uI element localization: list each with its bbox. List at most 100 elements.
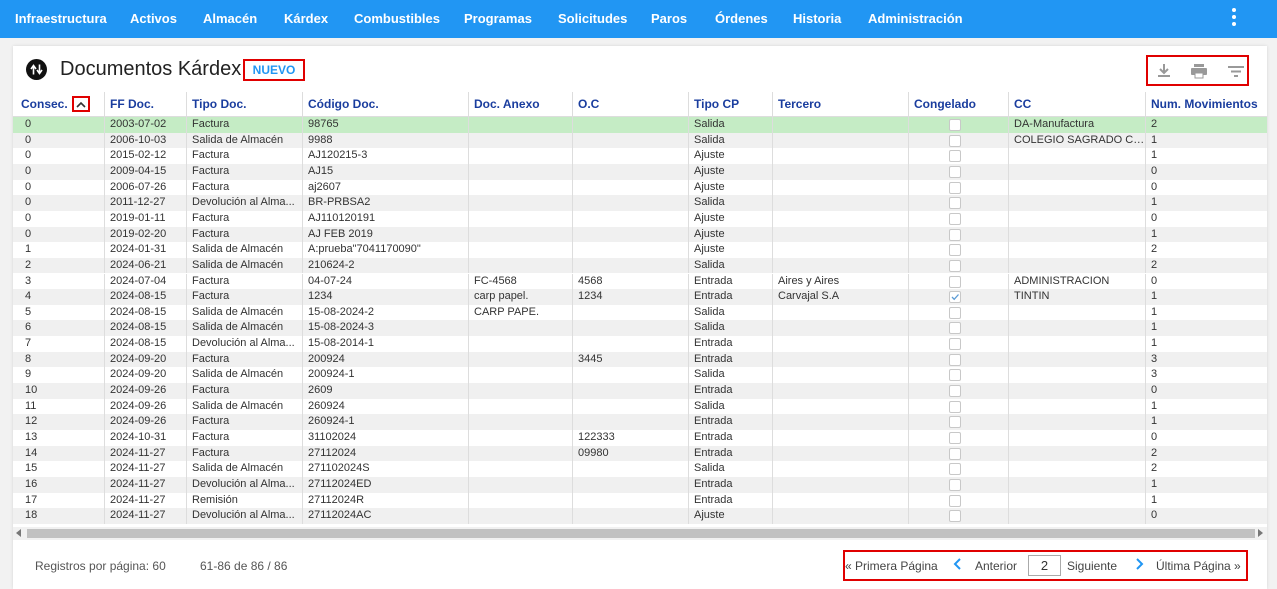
- chevron-right-icon[interactable]: [1134, 557, 1144, 574]
- column-header-congelado[interactable]: Congelado: [908, 92, 1008, 116]
- congelado-checkbox[interactable]: [949, 228, 961, 241]
- column-header-tipo-cp[interactable]: Tipo CP: [688, 92, 772, 116]
- table-row[interactable]: 18 2024-11-27 Devolución al Alma... 2711202…: [13, 508, 1267, 524]
- previous-page-button[interactable]: Anterior: [975, 559, 1017, 573]
- congelado-checkbox[interactable]: [949, 353, 961, 366]
- congelado-checkbox[interactable]: [949, 181, 961, 194]
- table-row[interactable]: 1 2024-01-31 Salida de Almacén A:prueba"704…: [13, 242, 1267, 258]
- congelado-checkbox[interactable]: [949, 306, 961, 319]
- table-row[interactable]: 16 2024-11-27 Devolución al Alma... 2711202…: [13, 476, 1267, 493]
- congelado-checkbox[interactable]: [949, 478, 961, 491]
- nav-item-activos[interactable]: Activos: [130, 0, 177, 38]
- nav-item-paros[interactable]: Paros: [651, 0, 687, 38]
- table-row[interactable]: 0 2015-02-12 Factura AJ120215-3 Ajuste 1: [13, 148, 1267, 164]
- congelado-checkbox[interactable]: [949, 510, 961, 523]
- column-header-tipo-doc[interactable]: Tipo Doc.: [186, 92, 302, 116]
- congelado-checkbox[interactable]: [949, 322, 961, 335]
- nav-item-almacen[interactable]: Almacén: [203, 0, 257, 38]
- congelado-checkbox[interactable]: [949, 447, 961, 460]
- table-row[interactable]: 3 2024-07-04 Factura 04-07-24 FC-4568 4568 Ent…: [13, 273, 1267, 290]
- congelado-checkbox[interactable]: [949, 400, 961, 413]
- column-header-ff-doc[interactable]: FF Doc.: [104, 92, 186, 116]
- page-number-input[interactable]: [1028, 555, 1061, 576]
- more-vert-icon[interactable]: [1226, 6, 1242, 30]
- table-row[interactable]: 8 2024-09-20 Factura 200924 3445 Entrada 3: [13, 351, 1267, 368]
- table-row[interactable]: 0 2019-01-11 Factura AJ110120191 Ajuste 0: [13, 210, 1267, 227]
- column-header-consec[interactable]: Consec.: [13, 92, 104, 116]
- table-row[interactable]: 9 2024-09-20 Salida de Almacén 200924-1 Sali…: [13, 367, 1267, 384]
- congelado-checkbox[interactable]: [949, 463, 961, 476]
- horizontal-scrollbar[interactable]: [13, 527, 1267, 540]
- print-icon[interactable]: [1189, 63, 1209, 79]
- column-header-doc-anexo[interactable]: Doc. Anexo: [468, 92, 572, 116]
- table-row[interactable]: 0 2006-10-03 Salida de Almacén 9988 Salida CO…: [13, 132, 1267, 149]
- cell-codigo: 15-08-2014-1: [302, 336, 468, 352]
- table-row[interactable]: 14 2024-11-27 Factura 27112024 09980 Entrada 2: [13, 445, 1267, 462]
- table-row[interactable]: 2 2024-06-21 Salida de Almacén 210624-2 Sali…: [13, 257, 1267, 274]
- column-header-tercero[interactable]: Tercero: [772, 92, 908, 116]
- column-header-cc[interactable]: CC: [1008, 92, 1145, 116]
- last-page-button[interactable]: Última Página »: [1156, 559, 1241, 573]
- scroll-right-icon[interactable]: [1258, 529, 1263, 537]
- table-row[interactable]: 17 2024-11-27 Remisión 27112024R Entrada 1: [13, 492, 1267, 509]
- congelado-checkbox[interactable]: [949, 244, 961, 257]
- table-row[interactable]: 12 2024-09-26 Factura 260924-1 Entrada 1: [13, 414, 1267, 430]
- column-header-oc[interactable]: O.C: [572, 92, 688, 116]
- column-header-codigo-doc[interactable]: Código Doc.: [302, 92, 468, 116]
- cell-ff: 2024-11-27: [104, 461, 186, 477]
- download-icon[interactable]: [1154, 63, 1174, 79]
- congelado-checkbox[interactable]: [949, 165, 961, 178]
- congelado-checkbox[interactable]: [949, 212, 961, 225]
- new-button[interactable]: NUEVO: [243, 59, 305, 81]
- nav-item-administracion[interactable]: Administración: [868, 0, 963, 38]
- cell-cc: [1008, 430, 1145, 446]
- nav-item-ordenes[interactable]: Órdenes: [715, 0, 768, 38]
- nav-item-programas[interactable]: Programas: [464, 0, 532, 38]
- table-row[interactable]: 11 2024-09-26 Salida de Almacén 260924 Salid…: [13, 398, 1267, 415]
- table-row[interactable]: 13 2024-10-31 Factura 31102024 122333 Entrada…: [13, 430, 1267, 446]
- cell-tercero: [772, 383, 908, 399]
- congelado-checkbox[interactable]: [949, 259, 961, 272]
- sort-ascending-icon[interactable]: [72, 96, 90, 112]
- scrollbar-thumb[interactable]: [27, 529, 1255, 538]
- table-row[interactable]: 4 2024-08-15 Factura 1234 carp papel. 1234 Ent…: [13, 289, 1267, 305]
- congelado-checkbox[interactable]: [949, 416, 961, 429]
- column-header-num-movimientos[interactable]: Num. Movimientos: [1145, 92, 1267, 116]
- congelado-checkbox[interactable]: [949, 291, 961, 304]
- cell-oc: [572, 242, 688, 258]
- table-row[interactable]: 0 2019-02-20 Factura AJ FEB 2019 Ajuste 1: [13, 226, 1267, 243]
- cell-congelado: [908, 351, 1008, 368]
- congelado-checkbox[interactable]: [949, 494, 961, 507]
- congelado-checkbox[interactable]: [949, 338, 961, 351]
- first-page-button[interactable]: « Primera Página: [845, 559, 938, 573]
- congelado-checkbox[interactable]: [949, 385, 961, 398]
- table-row[interactable]: 10 2024-09-26 Factura 2609 Entrada 0: [13, 383, 1267, 399]
- nav-item-historia[interactable]: Historia: [793, 0, 841, 38]
- table-row[interactable]: 5 2024-08-15 Salida de Almacén 15-08-2024-2…: [13, 304, 1267, 321]
- table-row[interactable]: 0 2006-07-26 Factura aj2607 Ajuste 0: [13, 179, 1267, 196]
- cell-tercero: [772, 508, 908, 524]
- nav-item-kardex[interactable]: Kárdex: [284, 0, 328, 38]
- congelado-checkbox[interactable]: [949, 134, 961, 147]
- table-row[interactable]: 6 2024-08-15 Salida de Almacén 15-08-2024-3…: [13, 320, 1267, 337]
- filter-icon[interactable]: [1226, 63, 1246, 79]
- next-page-button[interactable]: Siguiente: [1067, 559, 1117, 573]
- cell-consec: 0: [25, 211, 32, 224]
- table-row[interactable]: 15 2024-11-27 Salida de Almacén 271102024S S…: [13, 461, 1267, 477]
- table-row[interactable]: 7 2024-08-15 Devolución al Alma... 15-08-20…: [13, 336, 1267, 352]
- nav-item-solicitudes[interactable]: Solicitudes: [558, 0, 627, 38]
- table-row[interactable]: 0 2011-12-27 Devolución al Alma... BR-PRBSA…: [13, 195, 1267, 211]
- cell-mov: 1: [1145, 398, 1267, 415]
- scroll-left-icon[interactable]: [16, 529, 21, 537]
- congelado-checkbox[interactable]: [949, 432, 961, 444]
- congelado-checkbox[interactable]: [949, 197, 961, 210]
- congelado-checkbox[interactable]: [949, 119, 961, 131]
- congelado-checkbox[interactable]: [949, 369, 961, 382]
- nav-item-combustibles[interactable]: Combustibles: [354, 0, 440, 38]
- nav-item-infraestructura[interactable]: Infraestructura: [15, 0, 107, 38]
- chevron-left-icon[interactable]: [953, 557, 963, 574]
- congelado-checkbox[interactable]: [949, 275, 961, 288]
- table-row[interactable]: 0 2009-04-15 Factura AJ15 Ajuste 0: [13, 163, 1267, 180]
- table-row[interactable]: 0 2003-07-02 Factura 98765 Salida DA-Manufact…: [13, 117, 1267, 133]
- congelado-checkbox[interactable]: [949, 150, 961, 163]
